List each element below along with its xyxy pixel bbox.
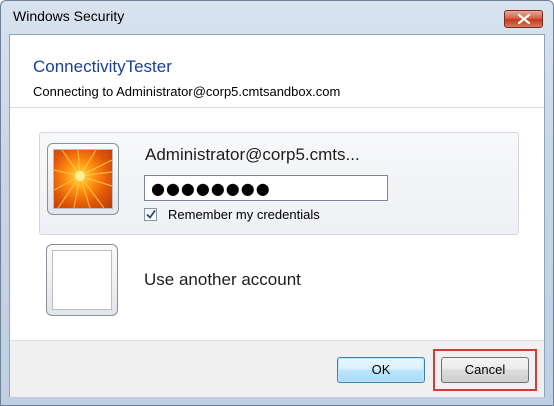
blank-user-picture-icon	[52, 250, 112, 310]
saved-username: Administrator@corp5.cmts...	[145, 145, 360, 164]
remember-credentials-checkbox[interactable]	[144, 208, 157, 221]
use-another-account-tile[interactable]: Use another account	[39, 240, 519, 320]
window-title: Windows Security	[13, 8, 125, 24]
header-divider	[10, 107, 544, 108]
use-another-account-label: Use another account	[144, 270, 301, 289]
ok-button[interactable]: OK	[337, 357, 425, 383]
app-title: ConnectivityTester	[33, 57, 172, 76]
close-button[interactable]	[504, 10, 543, 28]
button-bar: OK Cancel	[10, 340, 544, 397]
flower-user-picture-icon	[53, 149, 113, 209]
flower-petals-icon	[54, 150, 112, 208]
remember-credentials-label[interactable]: Remember my credentials	[168, 207, 320, 222]
password-input[interactable]: ●●●●●●●●	[144, 175, 388, 201]
connecting-text: Connecting to Administrator@corp5.cmtsan…	[33, 84, 341, 99]
saved-credential-tile[interactable]: Administrator@corp5.cmts... ●●●●●●●● Rem…	[39, 132, 519, 235]
cancel-button[interactable]: Cancel	[441, 357, 529, 383]
title-bar[interactable]: Windows Security	[1, 1, 553, 34]
other-account-avatar	[46, 244, 118, 316]
dialog-content: ConnectivityTester Connecting to Adminis…	[9, 34, 545, 397]
checkmark-icon	[146, 209, 156, 219]
windows-security-dialog: Windows Security ConnectivityTester Conn…	[0, 0, 554, 406]
close-icon	[518, 14, 530, 24]
user-avatar	[47, 143, 119, 215]
